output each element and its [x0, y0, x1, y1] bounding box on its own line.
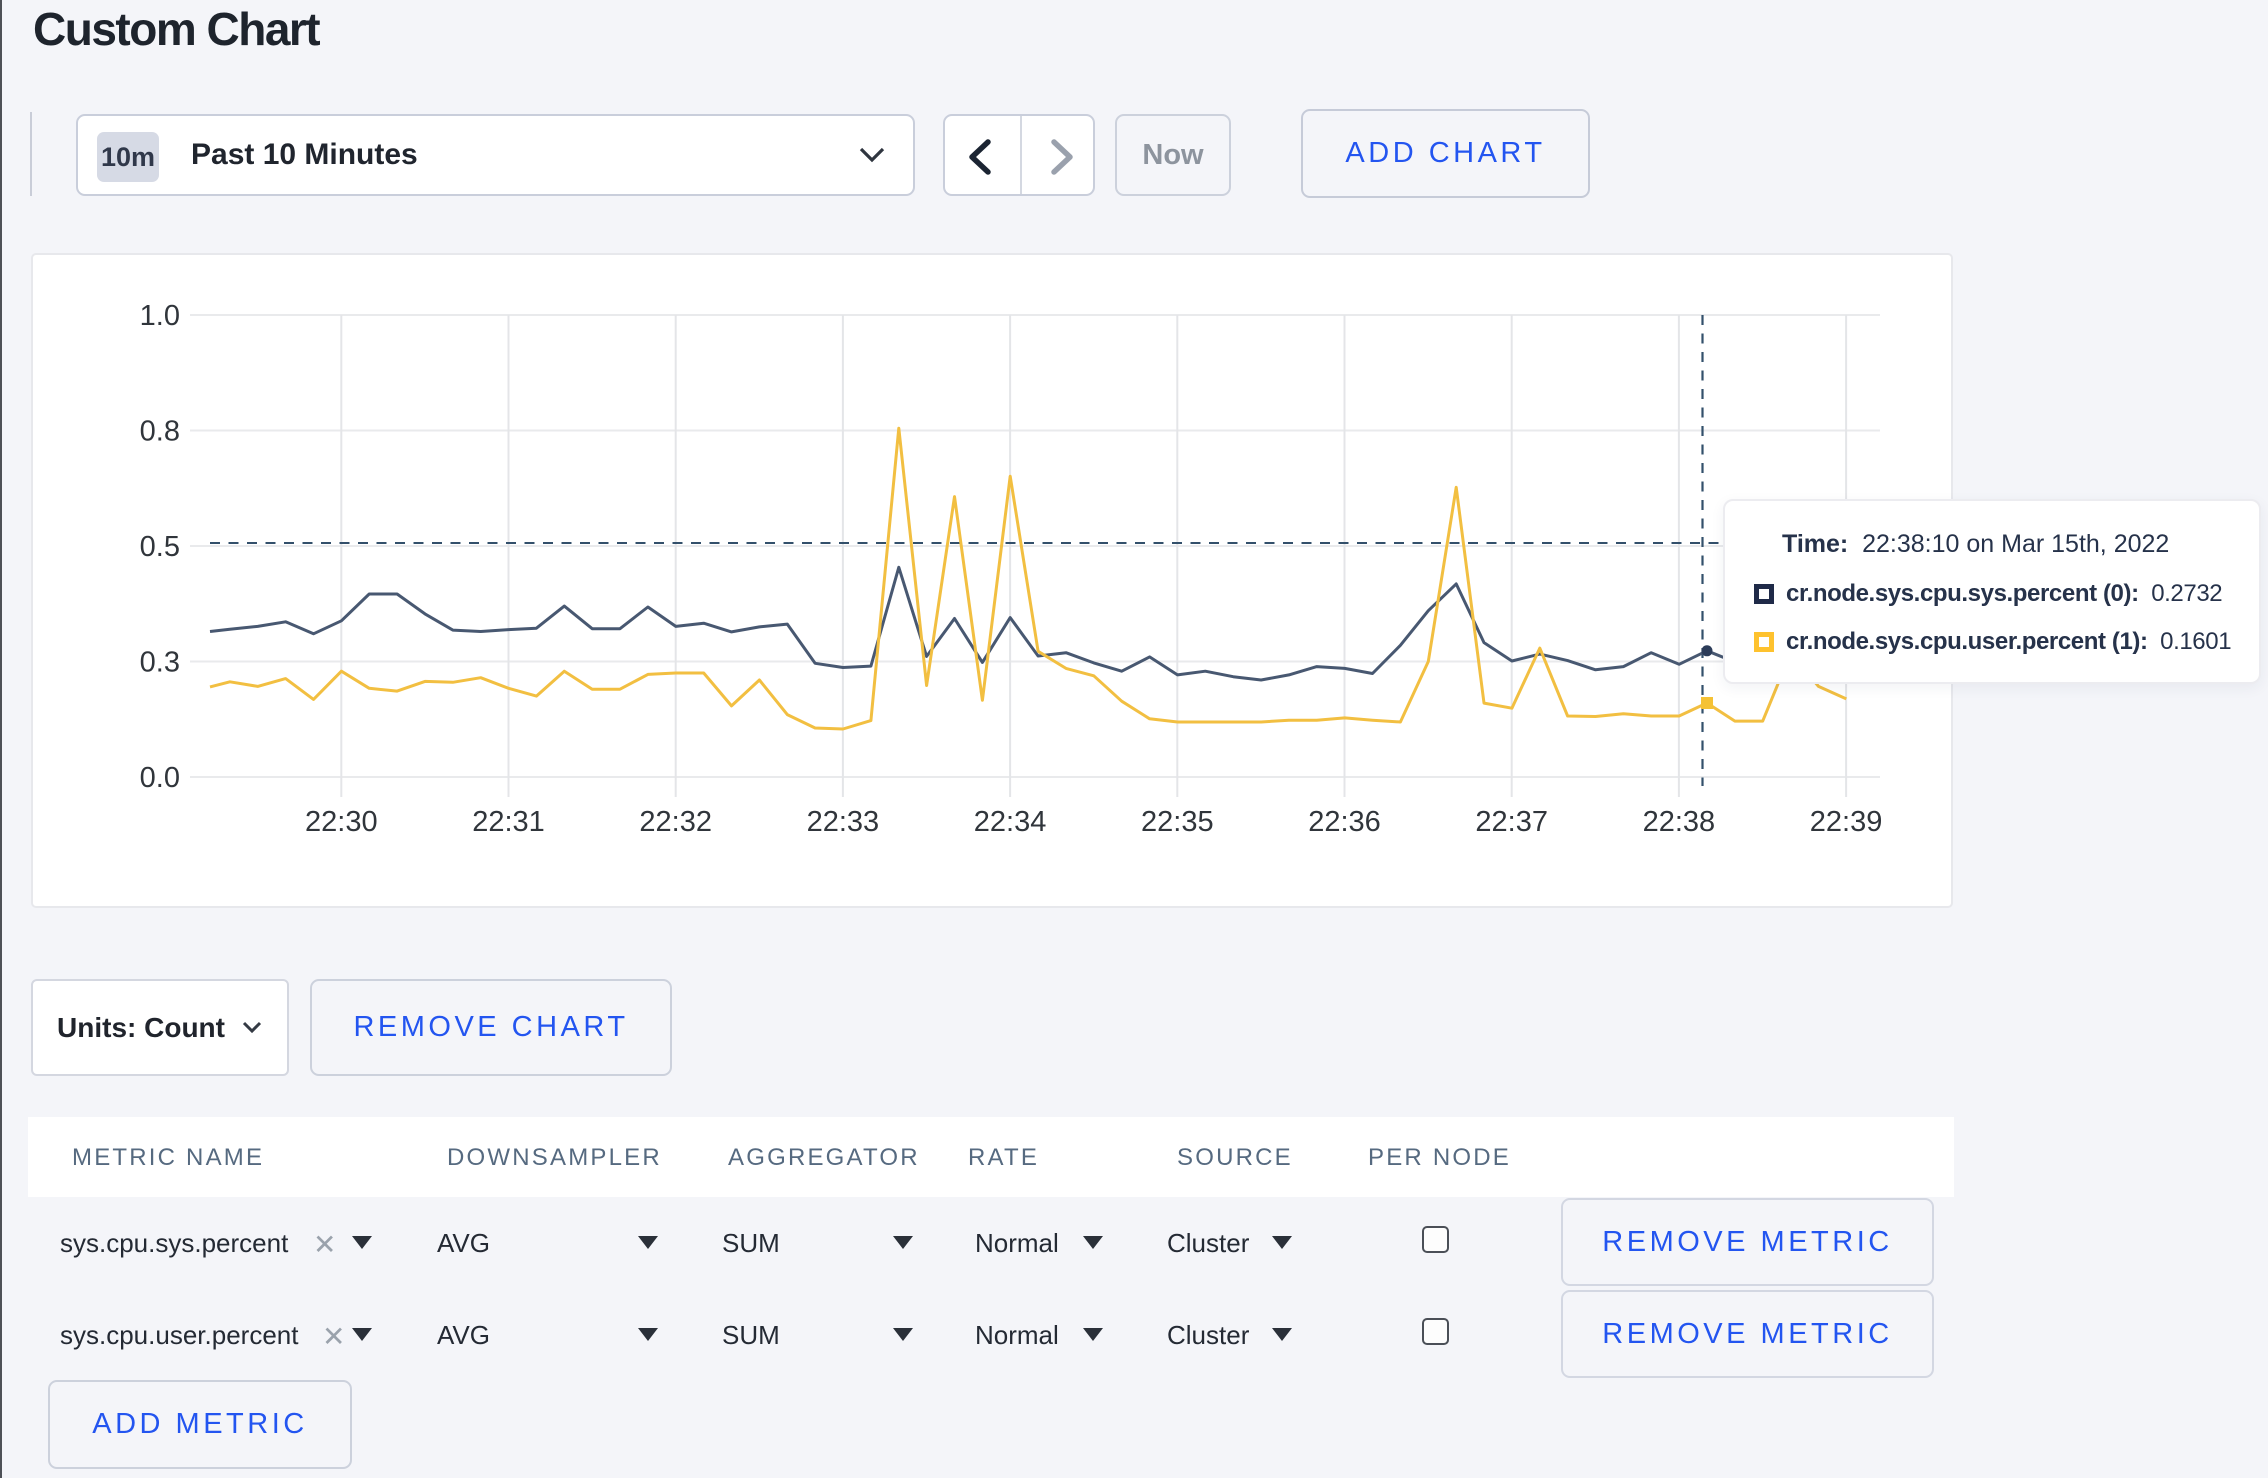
svg-text:22:37: 22:37 — [1475, 806, 1548, 838]
svg-text:22:35: 22:35 — [1141, 806, 1214, 838]
svg-text:22:36: 22:36 — [1308, 806, 1381, 838]
svg-text:22:39: 22:39 — [1810, 806, 1883, 838]
svg-text:22:33: 22:33 — [807, 806, 880, 838]
svg-text:0.0: 0.0 — [140, 762, 180, 794]
svg-text:22:31: 22:31 — [472, 806, 545, 838]
svg-text:0.3: 0.3 — [140, 647, 180, 679]
svg-text:22:34: 22:34 — [974, 806, 1047, 838]
svg-text:1.0: 1.0 — [140, 300, 180, 332]
svg-text:22:32: 22:32 — [639, 806, 712, 838]
svg-text:0.8: 0.8 — [140, 416, 180, 448]
svg-text:22:38: 22:38 — [1643, 806, 1716, 838]
svg-text:0.5: 0.5 — [140, 531, 180, 563]
svg-text:22:30: 22:30 — [305, 806, 378, 838]
